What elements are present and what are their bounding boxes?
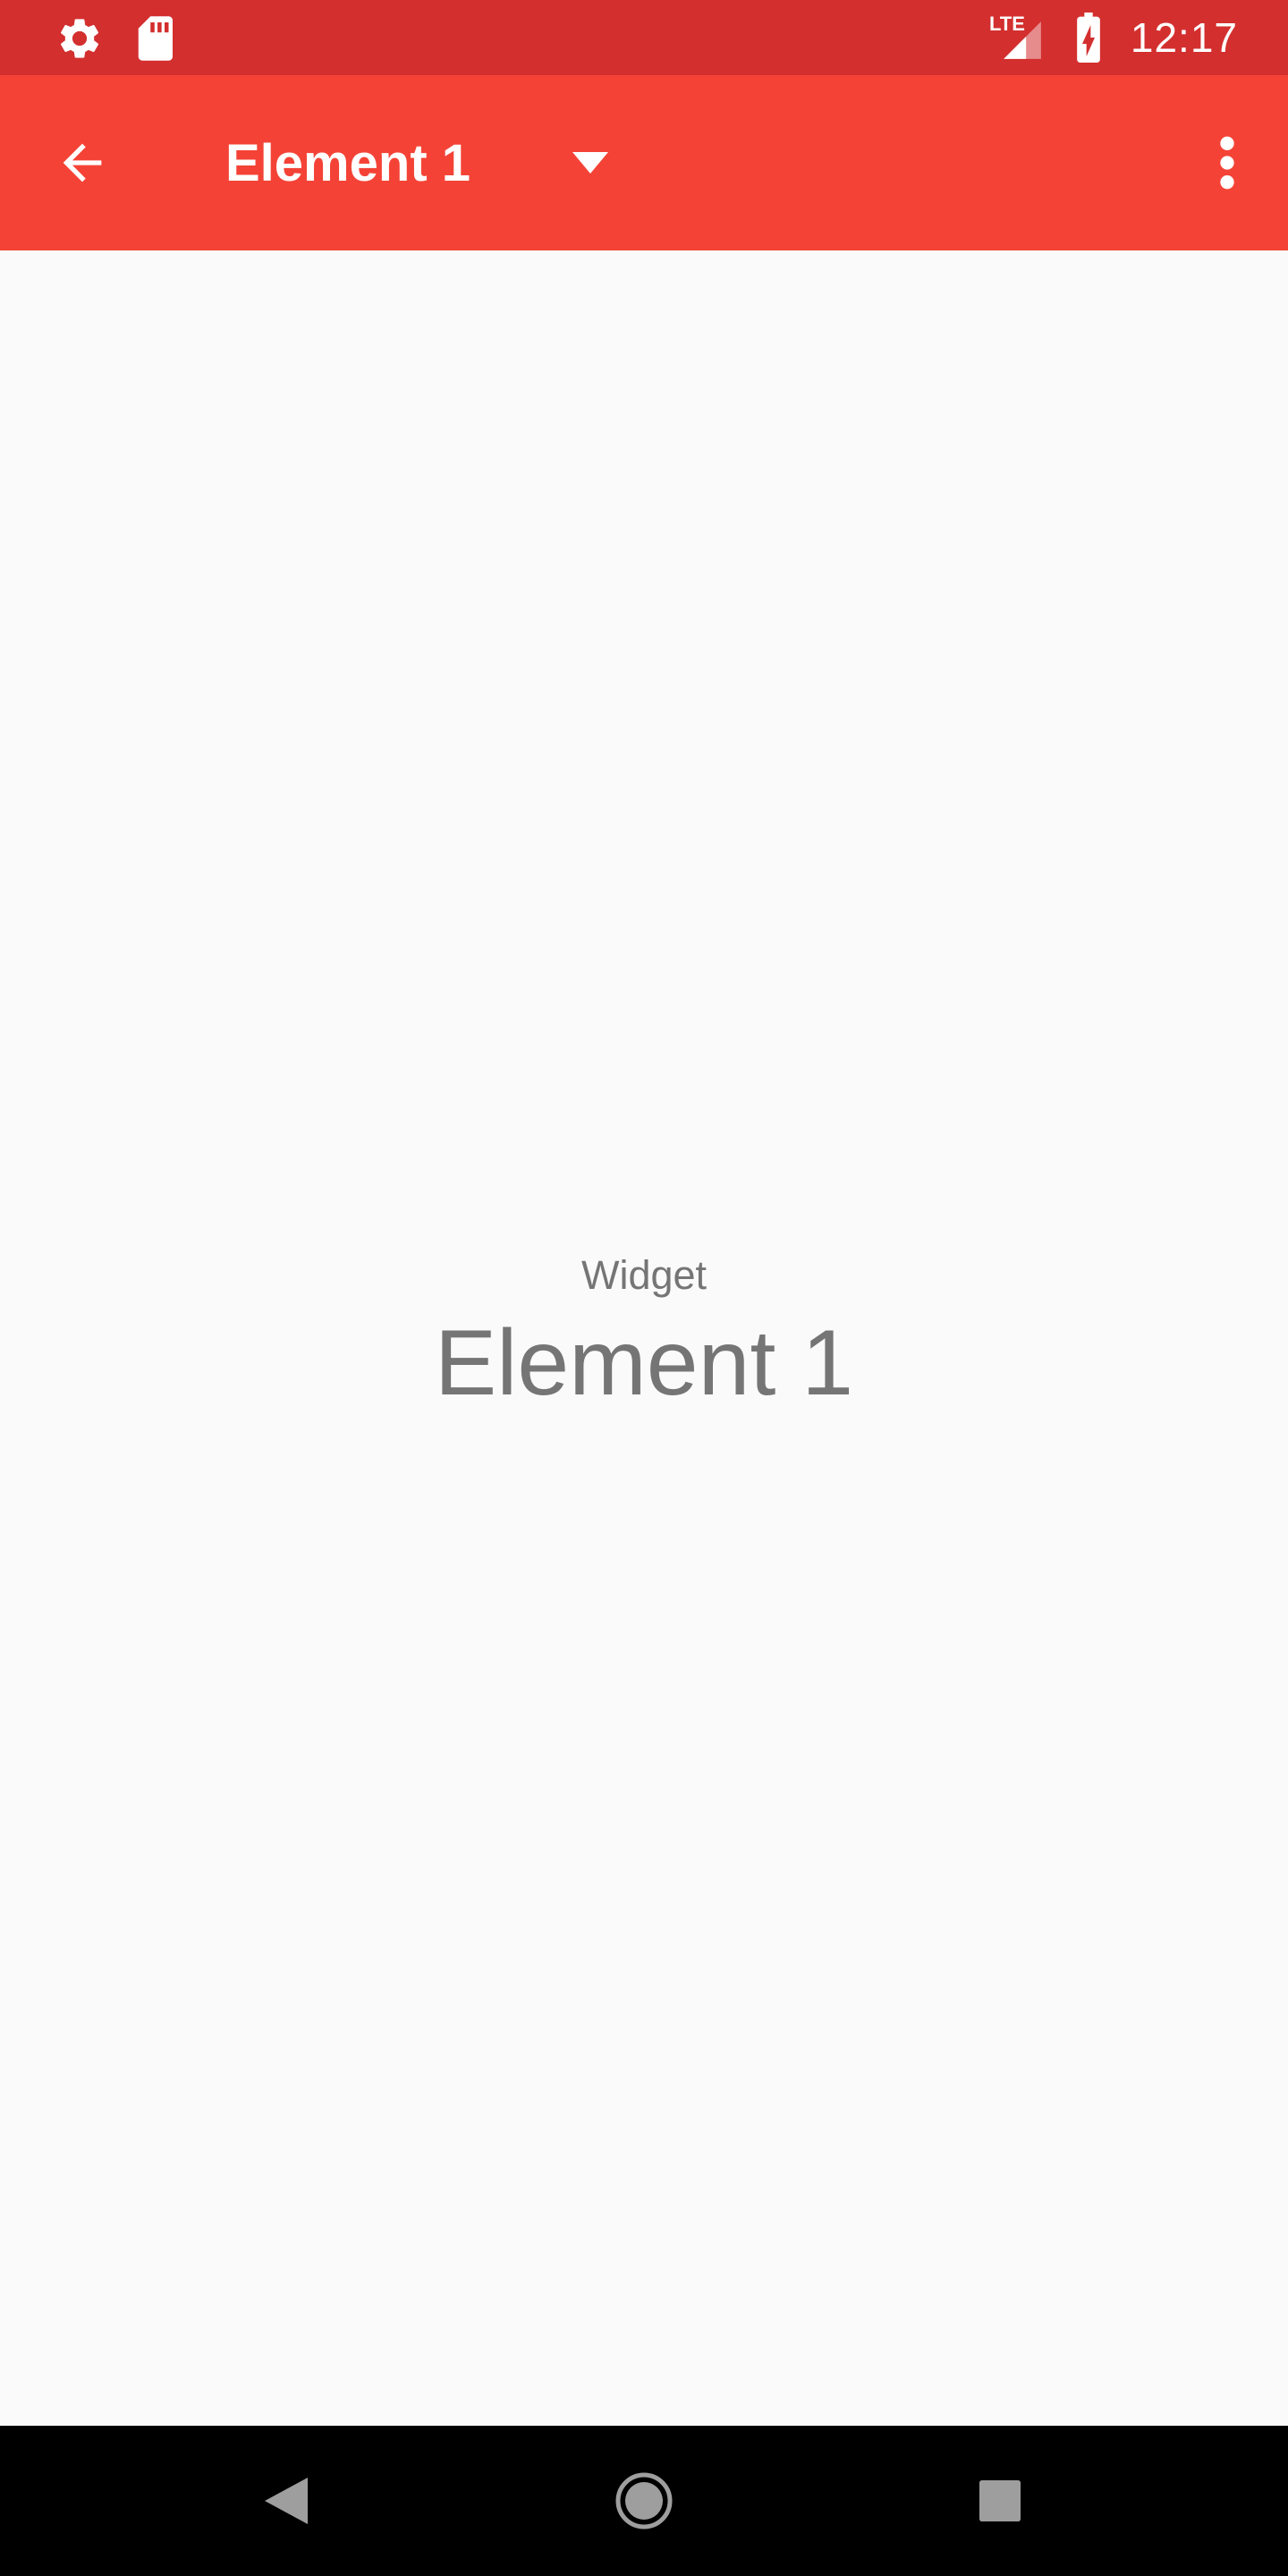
status-time: 12:17 bbox=[1130, 14, 1238, 61]
overflow-menu-icon bbox=[1220, 136, 1234, 190]
status-bar: LTE 12:17 bbox=[0, 0, 1288, 75]
back-button[interactable] bbox=[36, 116, 129, 209]
battery-charging-icon bbox=[1077, 13, 1100, 63]
sd-card-icon bbox=[138, 16, 173, 61]
element-spinner[interactable]: Element 1 bbox=[225, 116, 608, 209]
app-bar: Element 1 bbox=[0, 75, 1288, 250]
settings-icon bbox=[60, 19, 99, 58]
overflow-menu-button[interactable] bbox=[1181, 116, 1274, 209]
navigation-bar bbox=[0, 2426, 1288, 2576]
back-arrow-icon bbox=[63, 143, 102, 182]
nav-recents-button[interactable] bbox=[946, 2447, 1054, 2555]
dropdown-caret-icon bbox=[572, 152, 608, 174]
spinner-label: Element 1 bbox=[225, 133, 470, 192]
widget-label: Widget bbox=[580, 1252, 708, 1298]
home-nav-icon bbox=[615, 2472, 673, 2529]
element-title: Element 1 bbox=[434, 1311, 854, 1415]
widget-display: Widget Element 1 bbox=[0, 1249, 1288, 1417]
lte-signal-icon: LTE bbox=[989, 13, 1045, 63]
nav-home-button[interactable] bbox=[590, 2447, 698, 2555]
nav-back-button[interactable] bbox=[233, 2447, 340, 2555]
back-nav-icon bbox=[265, 2478, 308, 2524]
recents-nav-icon bbox=[979, 2480, 1021, 2521]
main-content: Widget Element 1 bbox=[0, 250, 1288, 2426]
